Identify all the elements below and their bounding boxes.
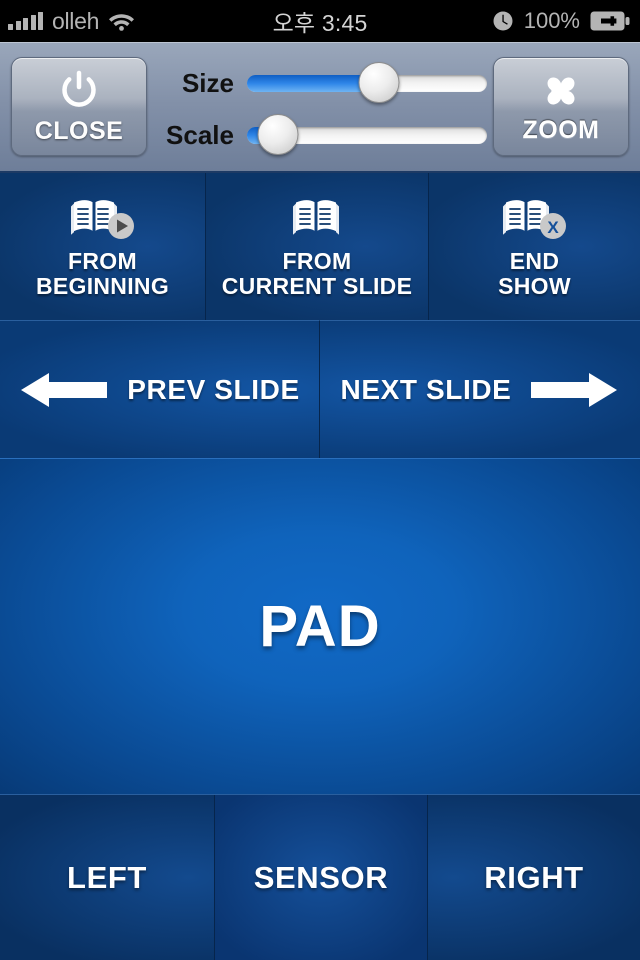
top-toolbar: CLOSE Size Scale ZOOM [0, 42, 640, 173]
pad-label: PAD [259, 594, 381, 659]
touch-pad[interactable]: PAD [0, 458, 640, 795]
right-click-button[interactable]: RIGHT [428, 795, 640, 960]
arrow-right-icon [529, 368, 619, 412]
size-slider-thumb[interactable] [358, 62, 400, 103]
from-beginning-label: FROM BEGINNING [35, 248, 170, 299]
close-button[interactable]: CLOSE [11, 57, 147, 156]
mouse-button-row: LEFT SENSOR RIGHT [0, 795, 640, 960]
prev-slide-button[interactable]: PREV SLIDE [0, 320, 320, 458]
svg-text:X: X [547, 218, 559, 237]
size-slider-row: Size [155, 60, 487, 106]
scale-slider[interactable] [247, 114, 487, 155]
scale-slider-row: Scale [155, 112, 487, 158]
status-bar: olleh 오후 3:45 100% [0, 0, 640, 42]
size-slider[interactable] [247, 62, 487, 103]
end-show-button[interactable]: X END SHOW [429, 173, 640, 320]
zoom-button[interactable]: ZOOM [493, 57, 629, 156]
app-root: olleh 오후 3:45 100% CLOSE Size Scale ZOOM… [0, 0, 640, 960]
right-click-label: RIGHT [484, 859, 584, 895]
arrow-left-icon [19, 368, 109, 412]
end-show-label: END SHOW [498, 248, 571, 299]
close-button-label: CLOSE [34, 117, 124, 145]
prev-slide-label: PREV SLIDE [127, 373, 300, 405]
power-icon [55, 67, 103, 115]
scale-slider-thumb[interactable] [257, 114, 299, 155]
book-play-icon [70, 194, 136, 242]
next-slide-button[interactable]: NEXT SLIDE [320, 320, 640, 458]
zoom-button-label: ZOOM [522, 116, 600, 144]
scale-slider-label: Scale [166, 119, 234, 150]
slider-group: Size Scale [155, 50, 487, 165]
size-slider-label: Size [181, 67, 234, 98]
sensor-label: SENSOR [253, 859, 389, 895]
clover-flower-icon [538, 68, 584, 114]
sensor-button[interactable]: SENSOR [215, 795, 428, 960]
alarm-clock-icon [492, 10, 514, 32]
show-controls-row: FROM BEGINNING FROM CURRENT SLIDE X END … [0, 173, 640, 320]
next-slide-label: NEXT SLIDE [340, 373, 512, 405]
from-beginning-button[interactable]: FROM BEGINNING [0, 173, 206, 320]
battery-charging-icon [590, 11, 630, 31]
from-current-slide-button[interactable]: FROM CURRENT SLIDE [206, 173, 429, 320]
left-click-label: LEFT [67, 859, 147, 895]
clock-label: 오후 3:45 [272, 10, 368, 36]
left-click-button[interactable]: LEFT [0, 795, 215, 960]
status-bar-right: 100% [492, 0, 630, 42]
battery-percent-label: 100% [523, 8, 580, 33]
from-current-slide-label: FROM CURRENT SLIDE [221, 248, 413, 299]
book-icon [289, 194, 345, 242]
book-close-icon: X [502, 194, 568, 242]
